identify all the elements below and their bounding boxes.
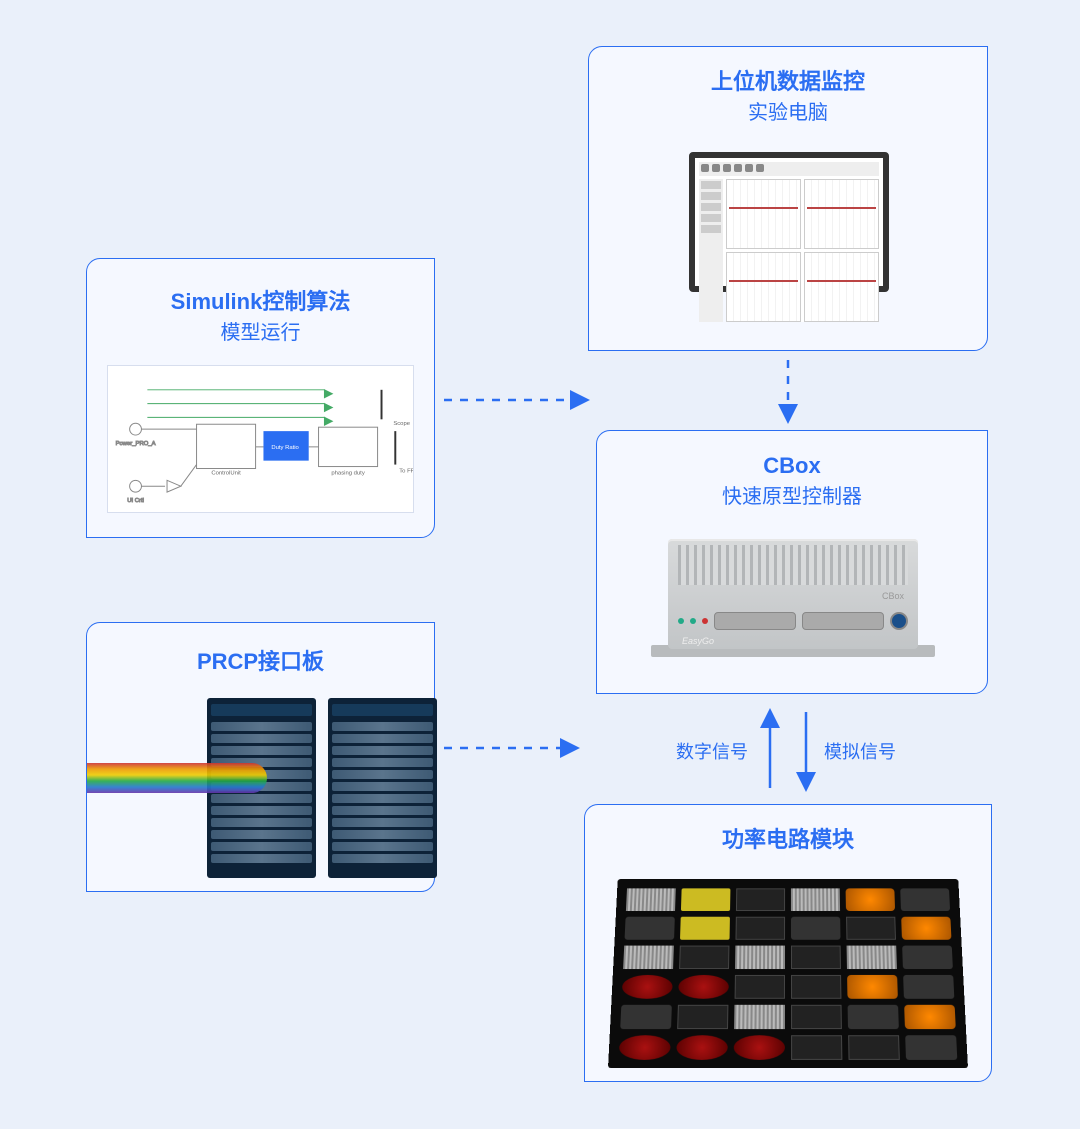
power-title: 功率电路模块 <box>585 823 991 856</box>
digital-signal-label: 数字信号 <box>676 738 748 764</box>
cbox-model-label: CBox <box>882 591 904 601</box>
simulink-title: Simulink控制算法 <box>87 285 434 318</box>
simulink-model-icon: ControlUnit phasing duty Power_PRO_A UI … <box>107 365 414 513</box>
svg-text:Power_PRO_A: Power_PRO_A <box>116 441 156 447</box>
cbox-title: CBox <box>597 449 987 482</box>
cbox-brand-label: EasyGo <box>682 636 714 646</box>
prcp-block: PRCP接口板 <box>86 622 435 892</box>
computer-monitor-icon <box>689 152 889 332</box>
svg-text:UI Crtl: UI Crtl <box>127 498 144 504</box>
cbox-block: CBox 快速原型控制器 CBox EasyGo <box>596 430 988 694</box>
host-monitor-block: 上位机数据监控 实验电脑 <box>588 46 988 351</box>
simulink-block: Simulink控制算法 模型运行 ControlUnit phasing du… <box>86 258 435 538</box>
power-module-block: 功率电路模块 <box>584 804 992 1082</box>
cbox-subtitle: 快速原型控制器 <box>597 482 987 512</box>
svg-text:phasing duty: phasing duty <box>331 470 364 476</box>
svg-text:Scope: Scope <box>393 421 410 427</box>
analog-signal-label: 模拟信号 <box>824 738 896 764</box>
prcp-title: PRCP接口板 <box>87 645 434 678</box>
simulink-subtitle: 模型运行 <box>87 318 434 348</box>
svg-text:ControlUnit: ControlUnit <box>211 470 241 476</box>
monitor-title: 上位机数据监控 <box>589 65 987 98</box>
cbox-device-icon: CBox EasyGo <box>651 539 935 679</box>
ribbon-cable-icon <box>87 763 267 793</box>
monitor-subtitle: 实验电脑 <box>589 98 987 128</box>
power-pcb-icon <box>608 879 968 1068</box>
svg-text:To FPGA: To FPGA <box>399 468 413 474</box>
svg-text:Duty Ratio: Duty Ratio <box>271 445 299 451</box>
